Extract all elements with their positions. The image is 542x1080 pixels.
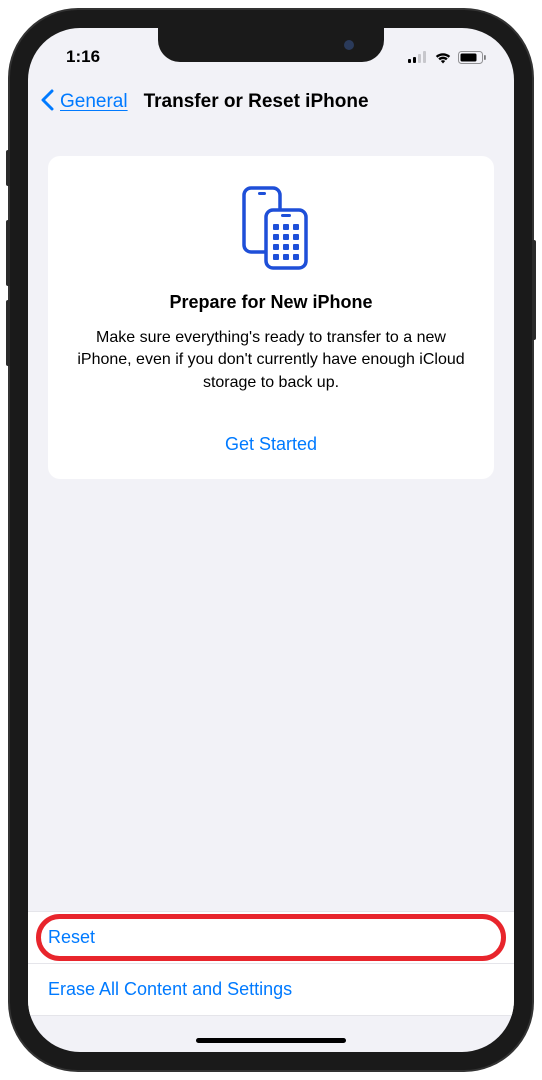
home-indicator[interactable] [196,1038,346,1043]
cellular-signal-icon [408,51,428,63]
tutorial-highlight-ring [36,914,506,961]
back-button[interactable]: General [60,91,128,113]
volume-down-button [6,300,10,366]
battery-icon [458,51,486,64]
status-icons [408,51,486,64]
wifi-icon [434,51,452,64]
card-title: Prepare for New iPhone [68,292,474,313]
spacer [48,479,494,911]
erase-all-button[interactable]: Erase All Content and Settings [28,964,514,1016]
page-title: Transfer or Reset iPhone [144,91,369,113]
back-chevron-icon[interactable] [38,88,56,116]
transfer-devices-icon [68,184,474,272]
iphone-device-frame: 1:16 [10,10,532,1070]
prepare-card: Prepare for New iPhone Make sure everyth… [48,156,494,479]
front-camera [344,40,354,50]
card-description: Make sure everything's ready to transfer… [68,327,474,394]
power-button [532,240,536,340]
screen: 1:16 [28,28,514,1052]
reset-label: Reset [48,927,95,947]
options-list: Reset Erase All Content and Settings [28,911,514,1016]
navigation-bar: General Transfer or Reset iPhone [28,76,514,128]
status-time: 1:16 [66,47,100,67]
content-area: Prepare for New iPhone Make sure everyth… [28,128,514,1052]
get-started-button[interactable]: Get Started [68,434,474,455]
erase-all-label: Erase All Content and Settings [48,979,292,999]
volume-up-button [6,220,10,286]
reset-button[interactable]: Reset [28,911,514,964]
notch [158,28,384,62]
safe-area-bottom [48,1016,494,1052]
mute-switch [6,150,10,186]
